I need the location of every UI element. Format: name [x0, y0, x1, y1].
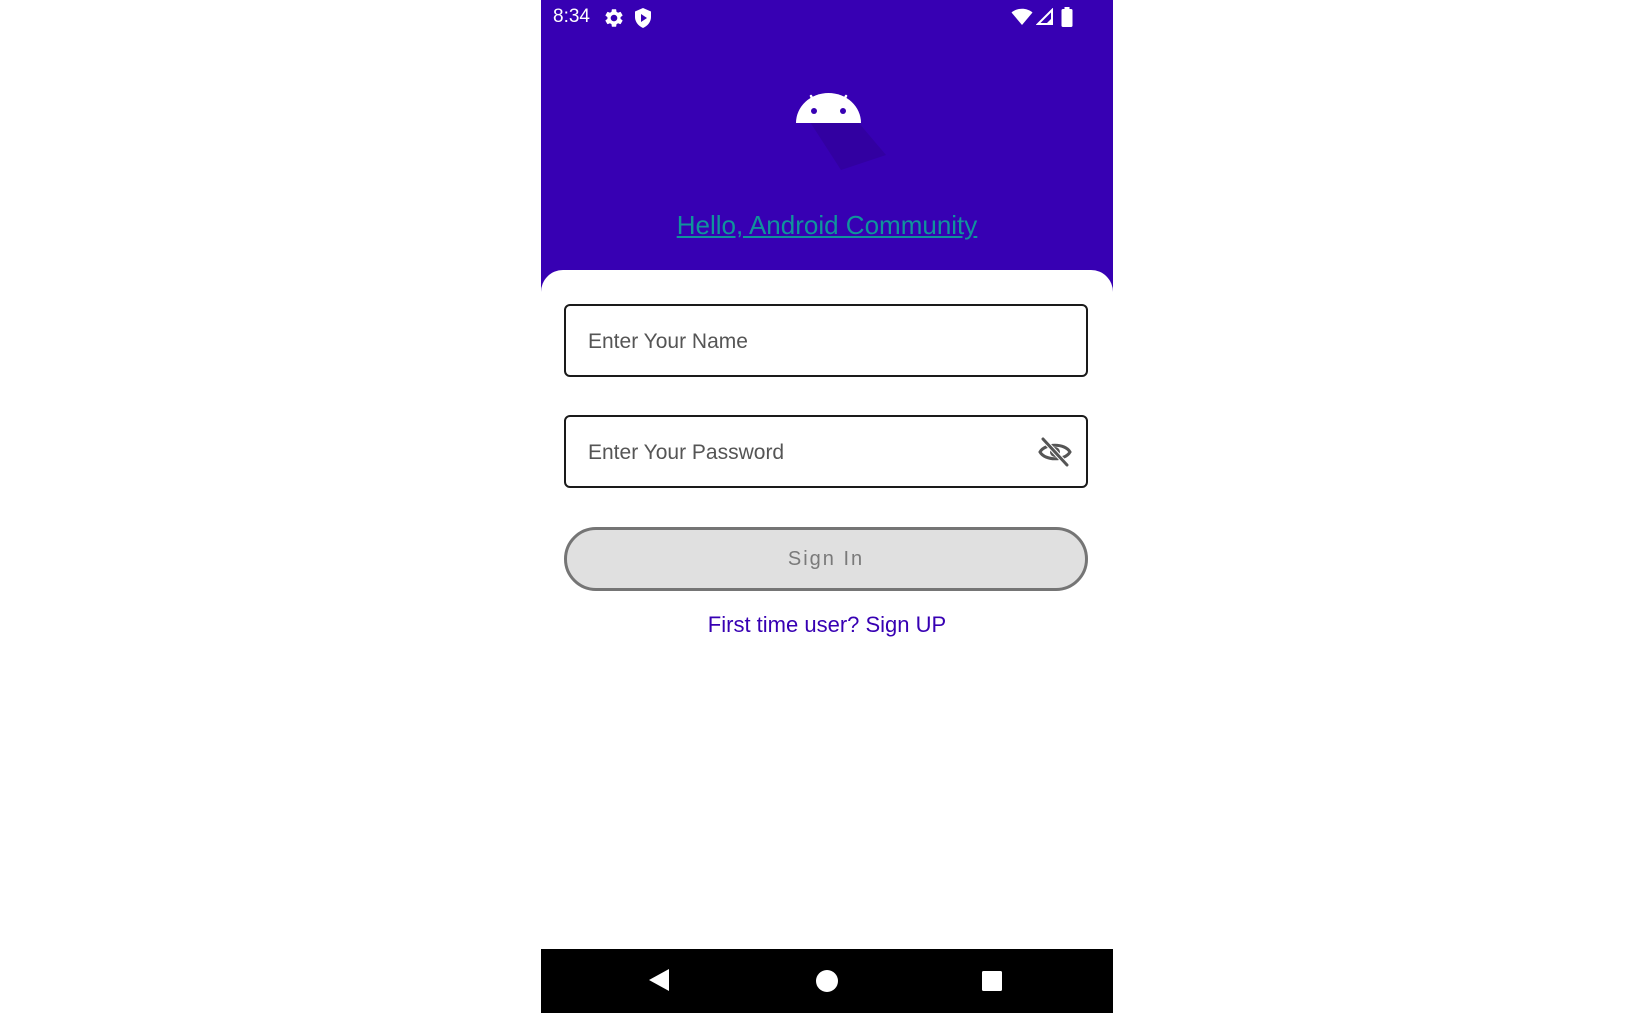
password-input[interactable] — [586, 417, 1020, 488]
name-input[interactable] — [586, 306, 1070, 377]
wifi-icon — [1011, 8, 1033, 31]
status-bar: 8:34 — [541, 0, 1113, 36]
status-time: 8:34 — [553, 6, 590, 27]
shield-icon — [633, 7, 653, 34]
phone-screen: 8:34 Hello, Android Community Enter Your… — [541, 0, 1113, 1013]
signal-icon — [1035, 7, 1054, 31]
android-icon — [786, 80, 886, 175]
battery-icon — [1061, 7, 1073, 32]
back-icon[interactable] — [647, 967, 671, 998]
gear-icon — [603, 7, 625, 34]
eye-off-icon[interactable] — [1038, 437, 1072, 467]
home-icon[interactable] — [815, 969, 839, 998]
header-banner: 8:34 Hello, Android Community — [541, 0, 1113, 292]
greeting-link[interactable]: Hello, Android Community — [541, 210, 1113, 241]
password-field[interactable] — [564, 415, 1088, 488]
navigation-bar — [541, 949, 1113, 1013]
sign-in-button[interactable]: Sign In — [564, 527, 1088, 591]
name-field[interactable] — [564, 304, 1088, 377]
recents-icon[interactable] — [981, 970, 1003, 997]
sign-up-link[interactable]: First time user? Sign UP — [541, 612, 1113, 638]
